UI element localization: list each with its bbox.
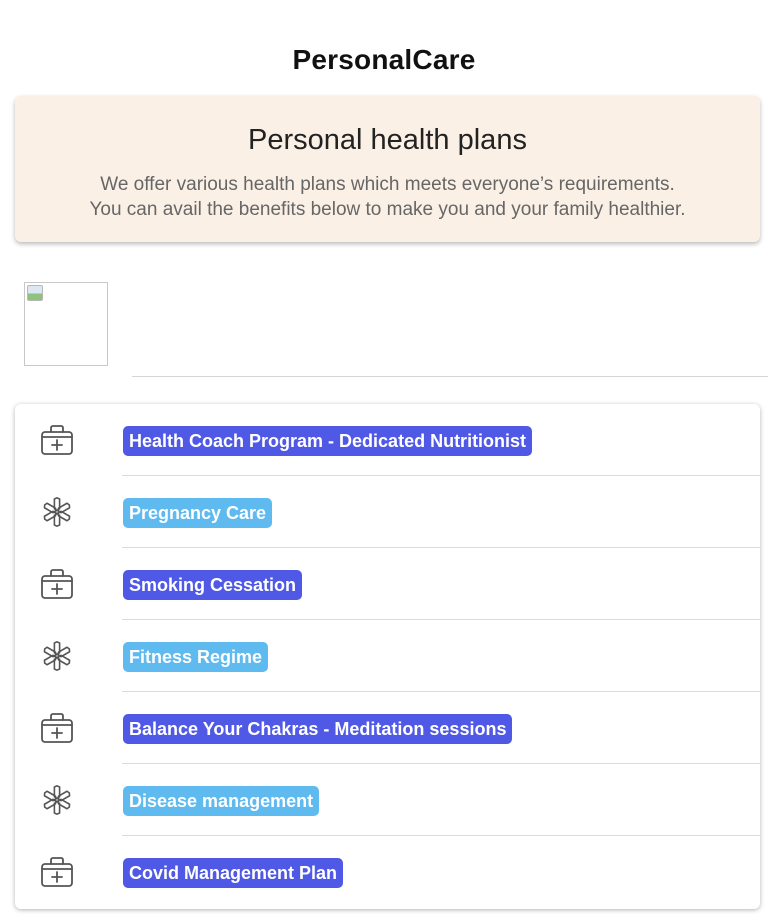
medical-kit-icon: [39, 422, 75, 458]
asterisk-icon: [39, 638, 75, 674]
plan-item[interactable]: Pregnancy Care: [15, 476, 760, 548]
plans-list: Health Coach Program - Dedicated Nutriti…: [15, 404, 760, 909]
hero-title: Personal health plans: [248, 124, 527, 156]
plan-label[interactable]: Disease management: [123, 786, 320, 816]
plan-item[interactable]: Health Coach Program - Dedicated Nutriti…: [15, 404, 760, 476]
broken-image: [24, 282, 108, 366]
medical-kit-icon: [39, 566, 75, 602]
asterisk-icon: [39, 494, 75, 530]
plan-item[interactable]: Covid Management Plan: [15, 836, 760, 908]
app-title: PersonalCare: [292, 44, 476, 75]
medical-kit-icon: [39, 854, 75, 890]
asterisk-icon: [39, 782, 75, 818]
plan-label[interactable]: Smoking Cessation: [123, 570, 303, 600]
broken-image-icon: [27, 285, 43, 301]
plan-label[interactable]: Pregnancy Care: [123, 498, 273, 528]
plan-item[interactable]: Smoking Cessation: [15, 548, 760, 620]
plan-item[interactable]: Disease management: [15, 764, 760, 836]
hero-banner: Personal health plans We offer various h…: [15, 96, 760, 242]
plan-item[interactable]: Fitness Regime: [15, 620, 760, 692]
plan-label[interactable]: Health Coach Program - Dedicated Nutriti…: [123, 426, 533, 456]
medical-kit-icon: [39, 710, 75, 746]
plan-label[interactable]: Fitness Regime: [123, 642, 269, 672]
plan-label[interactable]: Covid Management Plan: [123, 858, 344, 888]
plan-label[interactable]: Balance Your Chakras - Meditation sessio…: [123, 714, 513, 744]
hero-description-line-2: You can avail the benefits below to make…: [89, 199, 686, 220]
hero-description-line-1: We offer various health plans which meet…: [100, 174, 675, 195]
plan-item[interactable]: Balance Your Chakras - Meditation sessio…: [15, 692, 760, 764]
hero-description: We offer various health plans which meet…: [15, 172, 760, 222]
divider: [132, 376, 768, 377]
